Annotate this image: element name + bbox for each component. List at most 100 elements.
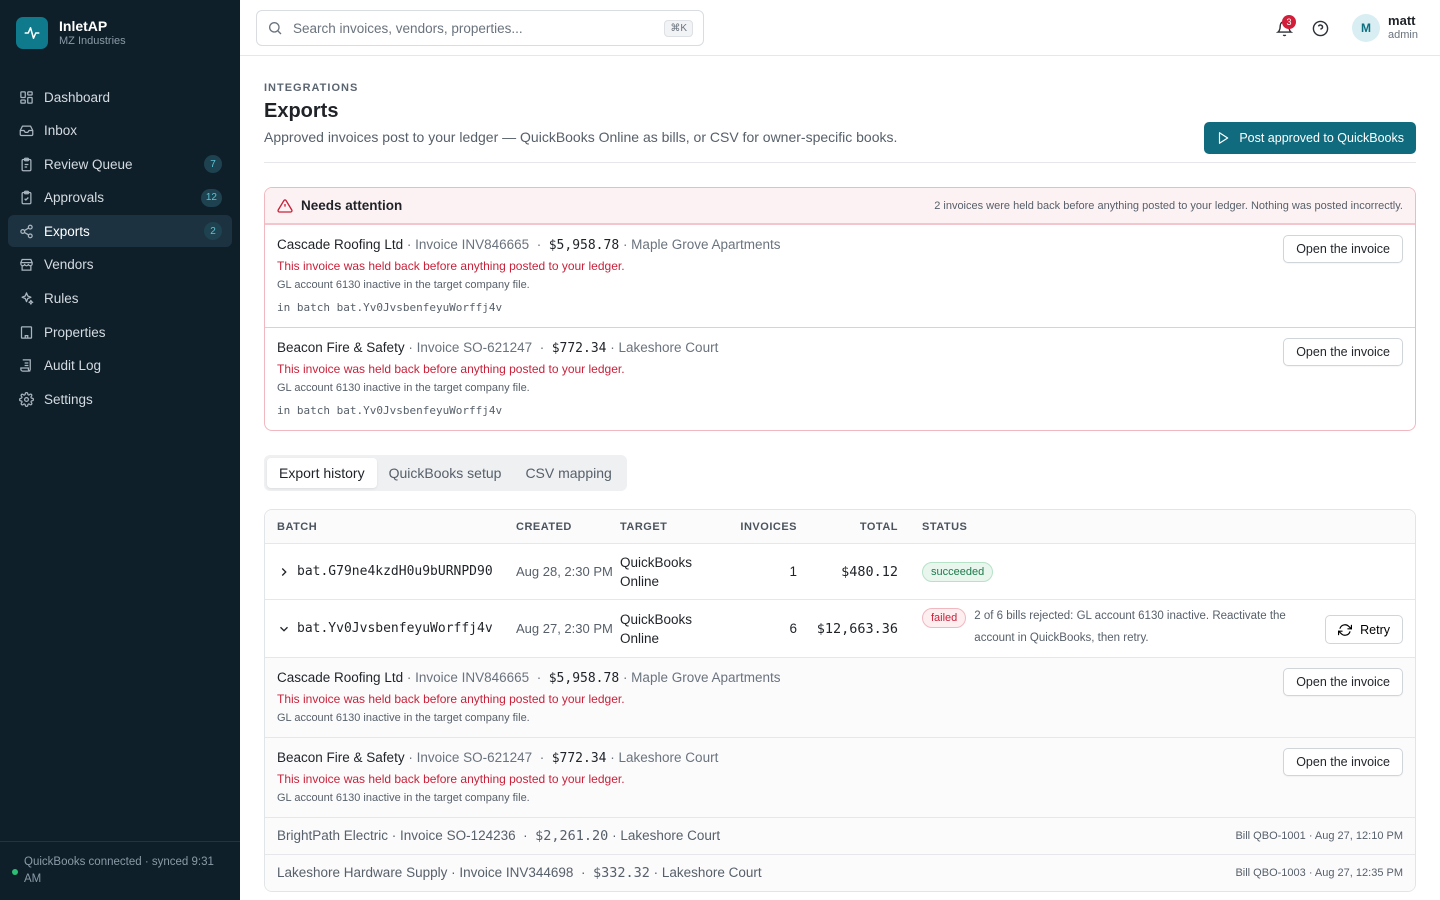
invoice-number: · Invoice SO-621247	[408, 750, 533, 765]
topbar: Search invoices, vendors, properties... …	[240, 0, 1440, 56]
sidebar-item-audit-log[interactable]: Audit Log	[8, 350, 232, 382]
vendor-name: Beacon Fire & Safety	[277, 340, 405, 355]
needs-attention-panel: Needs attention 2 invoices were held bac…	[264, 187, 1416, 431]
help-button[interactable]	[1304, 12, 1336, 44]
invoice-amount: $332.32	[592, 865, 650, 881]
issue-detail: GL account 6130 inactive in the target c…	[277, 382, 530, 394]
chevron-right-icon[interactable]	[277, 565, 291, 579]
gear-icon	[18, 391, 34, 407]
column-header-status: STATUS	[922, 520, 968, 533]
search-input[interactable]: Search invoices, vendors, properties... …	[256, 10, 704, 46]
inbox-icon	[18, 123, 34, 139]
issue-batch: in batch bat.Yv0JvsbenfeyuWorffj4v	[277, 301, 503, 314]
separator-dot: ·	[532, 670, 545, 685]
sidebar-item-inbox[interactable]: Inbox	[8, 115, 232, 147]
keyboard-shortcut: ⌘K	[664, 19, 693, 37]
search-placeholder: Search invoices, vendors, properties...	[293, 20, 523, 36]
sidebar-item-exports[interactable]: Exports 2	[8, 215, 232, 248]
building-icon	[18, 324, 34, 340]
sidebar-item-label: Approvals	[44, 190, 105, 206]
notifications-button[interactable]: 3	[1268, 12, 1300, 44]
sidebar-item-label: Exports	[44, 223, 90, 239]
issue-error: This invoice was held back before anythi…	[277, 259, 625, 273]
user-menu[interactable]: M matt admin	[1352, 14, 1418, 42]
bill-reference: Bill QBO-1001 · Aug 27, 12:10 PM	[1235, 830, 1403, 842]
posted-invoice-row: BrightPath Electric · Invoice SO-124236 …	[265, 817, 1415, 854]
issue-summary: Cascade Roofing Ltd · Invoice INV846665 …	[277, 668, 1403, 689]
sidebar-item-vendors[interactable]: Vendors	[8, 249, 232, 281]
tab-quickbooks-setup[interactable]: QuickBooks setup	[377, 458, 514, 488]
vendor-name: Beacon Fire & Safety	[277, 750, 405, 765]
table-row[interactable]: bat.Yv0JvsbenfeyuWorffj4v Aug 27, 2:30 P…	[265, 599, 1415, 657]
user-name: matt	[1388, 13, 1416, 28]
open-invoice-button[interactable]: Open the invoice	[1283, 668, 1403, 696]
issue-detail: GL account 6130 inactive in the target c…	[277, 279, 530, 291]
target-cell: QuickBooks Online	[620, 611, 693, 646]
issue-summary: Beacon Fire & Safety · Invoice SO-621247…	[277, 338, 1403, 359]
total-cell: $12,663.36	[816, 620, 898, 637]
status-badge: succeeded	[922, 561, 994, 582]
play-icon	[1216, 131, 1230, 145]
sidebar-item-properties[interactable]: Properties	[8, 316, 232, 348]
invoice-amount: $2,261.20	[535, 828, 609, 844]
status-badge: failed	[922, 608, 967, 628]
export-tabs: Export history QuickBooks setup CSV mapp…	[264, 455, 627, 491]
separator-dot: ·	[532, 237, 545, 252]
property-name: · Maple Grove Apartments	[622, 237, 781, 252]
share-icon	[18, 223, 34, 239]
post-approved-button[interactable]: Post approved to QuickBooks	[1204, 122, 1416, 154]
sidebar: InletAP MZ Industries Dashboard Inbox Re…	[0, 0, 240, 900]
batch-id: bat.G79ne4kzdH0u9bURNPD90	[297, 564, 493, 579]
chevron-down-icon[interactable]	[277, 622, 291, 636]
open-invoice-button[interactable]: Open the invoice	[1283, 338, 1403, 366]
retry-button[interactable]: Retry	[1325, 615, 1403, 644]
tab-csv-mapping[interactable]: CSV mapping	[513, 458, 623, 488]
sidebar-item-label: Audit Log	[44, 358, 102, 374]
vendor-name: Cascade Roofing Ltd	[277, 237, 404, 252]
column-header-created: CREATED	[516, 520, 572, 533]
target-cell: QuickBooks Online	[620, 554, 693, 589]
tab-export-history[interactable]: Export history	[267, 458, 377, 488]
count-badge: 2	[204, 222, 222, 241]
status-dot-icon	[12, 869, 18, 875]
total-cell: $480.12	[841, 563, 898, 580]
sidebar-item-label: Inbox	[44, 123, 78, 139]
sidebar-item-label: Rules	[44, 291, 79, 307]
column-header-batch: BATCH	[277, 520, 318, 533]
property-name: · Lakeshore Court	[610, 750, 719, 765]
invoice-amount: $772.34	[551, 341, 607, 356]
sidebar-item-dashboard[interactable]: Dashboard	[8, 81, 232, 113]
page-eyebrow: INTEGRATIONS	[264, 82, 359, 94]
invoice-number: · Invoice INV846665	[406, 237, 530, 252]
post-approved-label: Post approved to QuickBooks	[1239, 131, 1404, 145]
posted-invoice-line: Lakeshore Hardware Supply · Invoice INV3…	[277, 865, 574, 880]
property-name: · Lakeshore Court	[612, 828, 721, 843]
property-name: · Lakeshore Court	[653, 865, 762, 880]
store-icon	[18, 257, 34, 273]
invoice-number: · Invoice SO-621247	[408, 340, 533, 355]
table-row[interactable]: bat.G79ne4kzdH0u9bURNPD90 Aug 28, 2:30 P…	[265, 543, 1415, 599]
issue-detail: GL account 6130 inactive in the target c…	[277, 712, 530, 724]
separator-dot: ·	[535, 750, 548, 765]
attention-header: Needs attention 2 invoices were held bac…	[265, 188, 1415, 224]
page-title: Exports	[264, 100, 339, 122]
created-cell: Aug 27, 2:30 PM	[516, 621, 613, 636]
created-cell: Aug 28, 2:30 PM	[516, 564, 613, 579]
column-header-target: TARGET	[620, 520, 668, 533]
clipboard-icon	[18, 156, 34, 172]
failure-message: 2 of 6 bills rejected: GL account 6130 i…	[974, 610, 1286, 644]
sidebar-item-approvals[interactable]: Approvals 12	[8, 182, 232, 214]
sidebar-item-review-queue[interactable]: Review Queue 7	[8, 148, 232, 180]
rejected-invoice-row: Cascade Roofing Ltd · Invoice INV846665 …	[265, 657, 1415, 737]
issue-error: This invoice was held back before anythi…	[277, 772, 625, 786]
invoices-cell: 6	[789, 621, 797, 636]
sidebar-item-settings[interactable]: Settings	[8, 383, 232, 415]
posted-invoice-line: BrightPath Electric · Invoice SO-124236	[277, 828, 516, 843]
open-invoice-button[interactable]: Open the invoice	[1283, 748, 1403, 776]
sidebar-item-rules[interactable]: Rules	[8, 283, 232, 315]
export-history-table: BATCH CREATED TARGET INVOICES TOTAL STAT…	[264, 509, 1416, 892]
property-name: · Lakeshore Court	[610, 340, 719, 355]
issue-detail: GL account 6130 inactive in the target c…	[277, 792, 530, 804]
open-invoice-button[interactable]: Open the invoice	[1283, 235, 1403, 263]
batch-id: bat.Yv0JvsbenfeyuWorffj4v	[297, 621, 493, 636]
